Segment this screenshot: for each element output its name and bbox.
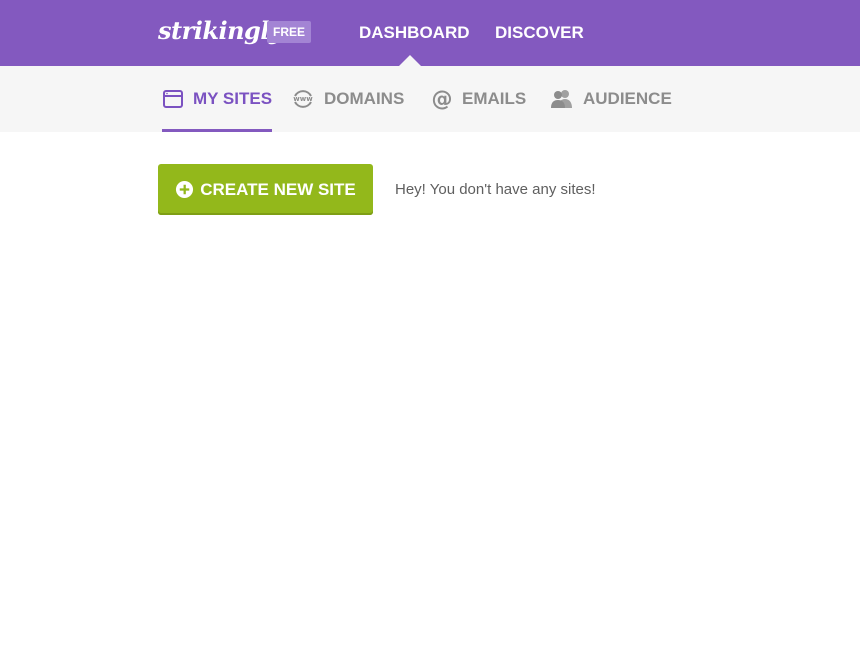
svg-text:@: @ xyxy=(432,88,453,110)
tab-my-sites[interactable]: MY SITES xyxy=(162,66,273,132)
svg-text:www: www xyxy=(293,95,313,103)
tab-my-sites-label: MY SITES xyxy=(193,89,273,108)
tab-domains-label: DOMAINS xyxy=(324,89,405,108)
empty-sites-message: Hey! You don't have any sites! xyxy=(395,181,596,198)
browser-window-icon xyxy=(162,88,184,110)
plus-circle-icon xyxy=(175,180,194,199)
nav-discover[interactable]: DISCOVER xyxy=(495,22,584,44)
tab-emails-label: EMAILS xyxy=(462,89,527,108)
tab-audience-label: AUDIENCE xyxy=(583,89,672,108)
nav-dashboard[interactable]: DASHBOARD xyxy=(359,22,470,44)
tab-audience[interactable]: AUDIENCE xyxy=(550,66,672,132)
dashboard-subnav: MY SITES www DOMAINS @ EMAILS AUDIENCE xyxy=(0,66,860,132)
create-new-site-label: CREATE NEW SITE xyxy=(200,179,356,199)
at-sign-icon: @ xyxy=(431,88,453,110)
www-icon: www xyxy=(291,87,315,111)
active-nav-caret xyxy=(399,55,421,66)
plan-badge: FREE xyxy=(267,21,312,43)
tab-emails[interactable]: @ EMAILS xyxy=(431,66,527,132)
people-icon xyxy=(550,88,574,110)
tab-domains[interactable]: www DOMAINS xyxy=(291,66,404,132)
strikingly-logo[interactable]: strikingly xyxy=(158,15,283,47)
create-new-site-button[interactable]: CREATE NEW SITE xyxy=(158,164,373,215)
top-navbar: strikingly FREE DASHBOARD DISCOVER xyxy=(0,0,860,66)
